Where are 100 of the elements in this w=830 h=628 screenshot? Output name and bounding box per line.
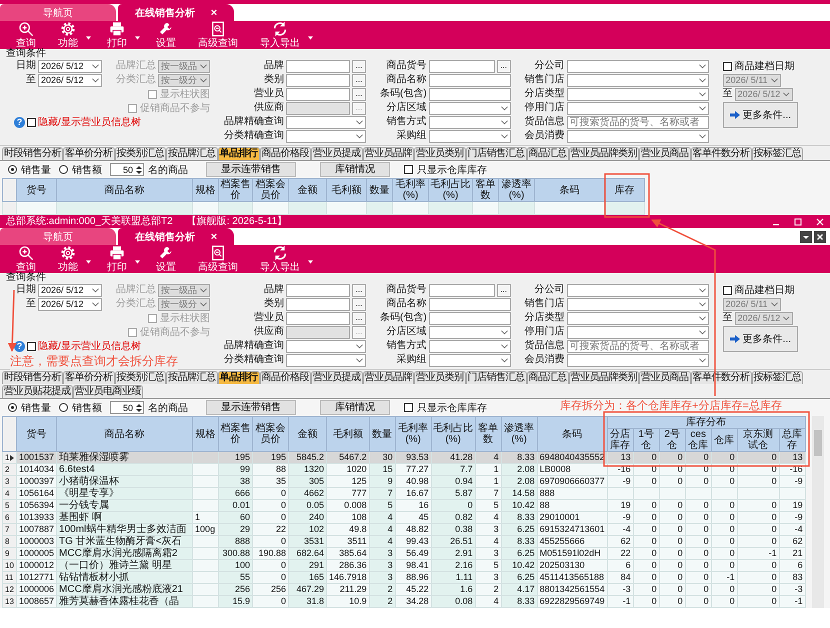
text-field[interactable] [428,298,511,310]
browse-button[interactable]: ... [496,60,511,72]
checkbox[interactable] [404,165,413,174]
column-header[interactable]: 毛利占比(%) [431,416,476,452]
scrollbar-thumb[interactable] [814,430,822,456]
column-header[interactable]: 条码 [534,178,604,202]
spinner-arrows-icon[interactable] [136,402,142,412]
report-tab[interactable]: 按标签汇总 [752,147,803,160]
table-row[interactable]: 1 1001537 珀莱雅保湿喷雾 195 195 5845.2 5467.2 30 93.53 41.28 4 8.33 6948040435552 13 0 0 0 0 0 13 [2,452,806,464]
column-header[interactable]: 毛利占比(%) [428,178,472,202]
checkbox[interactable] [722,286,732,294]
toolbar-button[interactable]: 查询 [10,21,42,49]
dropdown-field[interactable] [566,102,709,114]
column-header[interactable]: 档案售价 [218,178,252,202]
scrollbar[interactable] [812,416,824,608]
column-header[interactable]: 货号 [16,178,56,202]
dropdown-field[interactable] [566,284,709,296]
dropdown-field[interactable] [566,298,709,310]
report-tab[interactable]: 商品价格段 [260,147,311,160]
browse-button[interactable]: ... [352,312,366,324]
report-tab[interactable]: 时段销售分析 [2,147,63,160]
close-button[interactable] [814,231,826,243]
report-tab[interactable]: 客单价分析 [63,147,114,160]
browse-button[interactable]: ... [352,88,366,100]
text-field[interactable] [286,298,350,310]
action-button[interactable]: 显示连带销售 [206,400,296,415]
column-header[interactable]: 客单数 [475,416,502,452]
report-tab[interactable]: 时段销售分析 [2,371,63,384]
browse-button[interactable]: ... [352,60,366,72]
document-tab[interactable]: 在线销售分析 × [118,228,234,245]
browse-button[interactable]: ... [352,298,366,310]
help-button[interactable]: ? [14,340,25,352]
toolbar-button[interactable]: 高级查询 [192,21,244,49]
table-row[interactable]: 13 1008657 雅芳莫赫香体露桂花香（晶 15.9 0 31.8 10.9 2 34.28 0.08 4 8.33 6922829569749 -1 0 0 0 0 0 -1 [2,596,806,608]
report-tab[interactable]: 商品汇总 [526,371,568,384]
column-header[interactable]: 档案会员价 [252,178,288,202]
dropdown-field[interactable] [566,60,709,72]
caret-icon[interactable] [308,36,313,40]
column-header[interactable]: 商品名称 [56,178,192,202]
column-header[interactable]: 规格 [192,416,219,452]
toolbar-button[interactable]: 查询 [10,245,42,273]
table-row[interactable]: 12 1000006 MCC摩肩水润光感粉底液21 256 256 467.29 211.29 2 45.22 1.6 2 4.17 8801342561554 -3 0 0 0 0 0 -3 [2,584,806,596]
dropdown-button[interactable] [800,231,812,243]
action-button[interactable]: 库销情况 [320,400,390,415]
column-header[interactable]: 毛利额 [326,416,370,452]
column-header[interactable]: 库存 [604,178,644,202]
report-tab[interactable]: 商品价格段 [260,371,311,384]
text-field[interactable] [428,74,511,86]
column-header[interactable]: 数量 [366,178,392,202]
column-header[interactable]: 2号仓 [659,428,686,452]
table-row[interactable]: 10 1000012 （一口价）雅诗兰黛 明星 100 0 291 286.36 3 98.41 2.16 5 10.42 202503130 6 0 0 0 0 0 6 [2,560,806,572]
toolbar-button[interactable]: 功能 [52,21,84,49]
toolbar-button[interactable]: 导入导出 [254,21,306,49]
spinner-arrows-icon[interactable] [136,164,142,174]
report-tab[interactable]: 单品排行 [218,371,260,384]
report-tab[interactable]: 门店销售汇总 [466,147,526,160]
more-conditions-button[interactable]: 更多条件... [722,326,798,352]
column-header[interactable]: 金额 [288,416,327,452]
radio-button[interactable] [59,403,68,412]
date-picker[interactable]: 2026/ 5/12 [38,74,102,86]
dropdown-field[interactable] [286,130,366,142]
document-tab[interactable]: 在线销售分析 × [118,4,234,21]
close-button[interactable]: × [210,6,218,18]
checkbox[interactable] [27,342,36,350]
table-row[interactable]: 6 1013933 基围虾 啊 1 60 0 240 108 4 45 0.82 4 8.33 29010001 -9 0 0 0 0 0 -9 [2,512,806,524]
report-tab[interactable]: 营业员品牌类别 [568,371,639,384]
text-field[interactable] [286,60,350,72]
column-header[interactable]: 京东测试仓 [737,428,780,452]
caret-icon[interactable] [86,260,91,264]
column-header[interactable]: 渗透率(%) [501,416,538,452]
caret-icon[interactable] [135,260,140,264]
column-header[interactable]: ces仓库 [685,428,712,452]
text-field[interactable] [428,60,495,72]
caret-icon[interactable] [135,36,140,40]
report-tab[interactable]: 营业员品牌 [362,371,414,384]
dropdown-field[interactable] [566,130,709,142]
browse-button[interactable]: ... [352,284,366,296]
column-header[interactable]: 渗透率(%) [498,178,534,202]
report-tab[interactable]: 营业员提成 [311,147,362,160]
column-header[interactable]: 数量 [369,416,396,452]
text-field[interactable] [286,284,350,296]
dropdown-field[interactable] [428,102,511,114]
text-field[interactable]: 可搜索货品的货号、名称或者 [566,340,709,352]
column-header[interactable]: 商品名称 [56,416,193,452]
report-tab[interactable]: 营业员贴花提成 [2,385,72,398]
report-tab[interactable]: 营业员商品 [639,371,690,384]
text-field[interactable] [286,74,350,86]
toolbar-button[interactable]: 打印 [101,21,133,49]
table-row[interactable]: 5 1056394 一分钱专属 0.01 0 0.05 0.008 5 16 0 5 10.42 88 19 0 0 0 0 0 19 [2,500,806,512]
dropdown-field[interactable] [566,74,709,86]
checkbox[interactable] [722,62,732,70]
dropdown-field[interactable] [286,354,366,366]
dropdown-field[interactable] [286,116,366,128]
column-header[interactable]: 总库存 [779,428,806,452]
report-tab[interactable]: 单品排行 [218,147,260,160]
table-row[interactable]: 3 1000397 小猪萌保温杯 38 35 305 125 9 40.98 0.94 1 2.08 6970906660377 -9 0 0 0 0 0 -9 [2,476,806,488]
dropdown-field[interactable] [566,88,709,100]
column-header[interactable]: 规格 [192,178,218,202]
column-header[interactable]: 毛利额 [326,178,366,202]
dropdown-field[interactable] [286,340,366,352]
